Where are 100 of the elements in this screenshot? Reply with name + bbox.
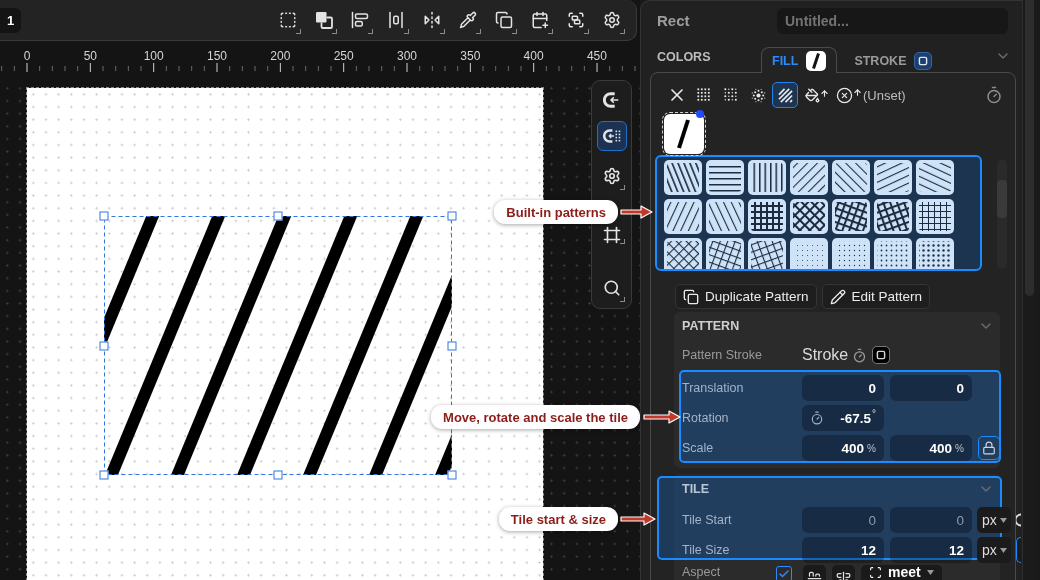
pattern-tile[interactable] [748, 238, 786, 269]
field-label: Pattern Stroke [682, 348, 763, 362]
arc-icon[interactable] [1016, 513, 1021, 527]
pattern-tile[interactable] [874, 238, 912, 269]
pattern-tile[interactable] [706, 199, 744, 234]
lock-button[interactable] [978, 436, 1000, 460]
ruler-label: 200 [269, 48, 292, 65]
field-label: Rotation [682, 411, 730, 425]
settings-icon [602, 167, 621, 185]
resize-handle[interactable] [447, 211, 457, 221]
field-label: Aspect [682, 566, 722, 579]
unit-dropdown[interactable]: px [977, 537, 1011, 563]
action-button[interactable]: Duplicate Pattern [675, 284, 817, 309]
paint-bucket-icon [805, 87, 829, 103]
timer-icon[interactable] [852, 347, 868, 363]
copy-icon [495, 11, 513, 29]
tool-button[interactable] [596, 121, 627, 151]
magnet-icon [602, 91, 621, 109]
frame-icon [602, 226, 621, 244]
mode-dropdown[interactable]: meet [861, 565, 942, 580]
caret-icon [999, 517, 1007, 523]
section-title: TILE [682, 482, 710, 496]
field-label: Translation [682, 381, 745, 395]
ruler-label: 300 [395, 48, 418, 65]
fill-status: (Unset) [863, 87, 906, 103]
fill-type-button[interactable] [772, 82, 798, 108]
resize-handle[interactable] [273, 470, 283, 480]
timer-icon[interactable] [985, 86, 1003, 104]
checkbox[interactable] [776, 566, 792, 580]
distribute-icon [387, 11, 405, 29]
swatch-icon [872, 346, 891, 364]
page-number[interactable]: 1 [0, 7, 21, 33]
pattern-tile[interactable] [916, 238, 954, 269]
group-icon [567, 11, 585, 29]
unit-dropdown[interactable]: px [977, 507, 1011, 533]
pattern-tile[interactable] [832, 238, 870, 269]
pattern-tile[interactable] [748, 160, 786, 195]
field-label: Scale [682, 441, 715, 455]
pattern-tile[interactable] [874, 160, 912, 195]
resize-handle[interactable] [99, 211, 109, 221]
pattern-tile[interactable] [706, 238, 744, 269]
ruler-label: 0 [22, 48, 32, 65]
callout-arrow [620, 205, 653, 219]
name-field[interactable]: Untitled... [777, 7, 1008, 34]
resize-handle[interactable] [99, 341, 109, 350]
overlapping-squares-icon [315, 11, 333, 29]
pattern-tile[interactable] [664, 238, 702, 269]
pattern-tile[interactable] [664, 199, 702, 234]
lock-icon [982, 441, 996, 455]
pattern-tile[interactable] [748, 199, 786, 234]
caret-icon [999, 547, 1007, 553]
resize-handle[interactable] [447, 470, 457, 480]
field-label: Tile Start [682, 513, 733, 527]
pipette-icon [459, 11, 477, 29]
pattern-tile[interactable] [916, 160, 954, 195]
resize-handle[interactable] [273, 211, 283, 221]
timer-icon [810, 411, 824, 425]
copy-icon [683, 288, 699, 305]
pattern-tile[interactable] [874, 199, 912, 234]
dashed-square-icon [279, 11, 297, 29]
swatch-icon [914, 51, 933, 70]
number-field[interactable]: 400 % [890, 435, 972, 461]
pattern-tile[interactable] [832, 199, 870, 234]
dots-grid-icon [697, 88, 711, 102]
pencil-icon [829, 288, 846, 305]
resize-handle[interactable] [99, 470, 109, 480]
partial-button[interactable] [1016, 537, 1021, 563]
swatch-icon [806, 50, 827, 71]
radial-dots-icon [750, 87, 766, 103]
check-icon [778, 568, 790, 580]
stripes-icon [777, 87, 793, 103]
field-label: Tile Size [682, 543, 731, 557]
pattern-tile[interactable] [790, 238, 828, 269]
stroke-value: Stroke [802, 346, 849, 364]
search-icon [602, 279, 621, 297]
action-button[interactable]: Edit Pattern [821, 284, 931, 309]
callout-label: Move, rotate and scale the tile [431, 405, 640, 429]
scrollbar[interactable] [1022, 0, 1036, 580]
number-field[interactable]: 400 % [802, 435, 884, 461]
ruler-label: 150 [205, 48, 228, 65]
ruler-label: 50 [82, 48, 98, 65]
ruler-label: 400 [522, 48, 545, 65]
tab[interactable]: FILL [761, 47, 838, 73]
caret-icon [926, 570, 934, 575]
ruler-label: 250 [332, 48, 355, 65]
pattern-tile[interactable] [790, 160, 828, 195]
ruler-label: 450 [585, 48, 608, 65]
pattern-tile[interactable] [916, 199, 954, 234]
pattern-tile[interactable] [664, 160, 702, 195]
handle-icon[interactable] [696, 110, 704, 118]
section-title: PATTERN [682, 319, 740, 333]
dot-matrix-icon [724, 88, 738, 102]
number-field[interactable]: -67.5° [802, 405, 884, 431]
resize-handle[interactable] [447, 341, 457, 350]
pattern-tile[interactable] [832, 160, 870, 195]
magnet-grid-icon [602, 127, 621, 145]
flip-icon [423, 11, 441, 29]
scan-icon [869, 566, 882, 579]
pattern-tile[interactable] [790, 199, 828, 234]
pattern-tile[interactable] [706, 160, 744, 195]
